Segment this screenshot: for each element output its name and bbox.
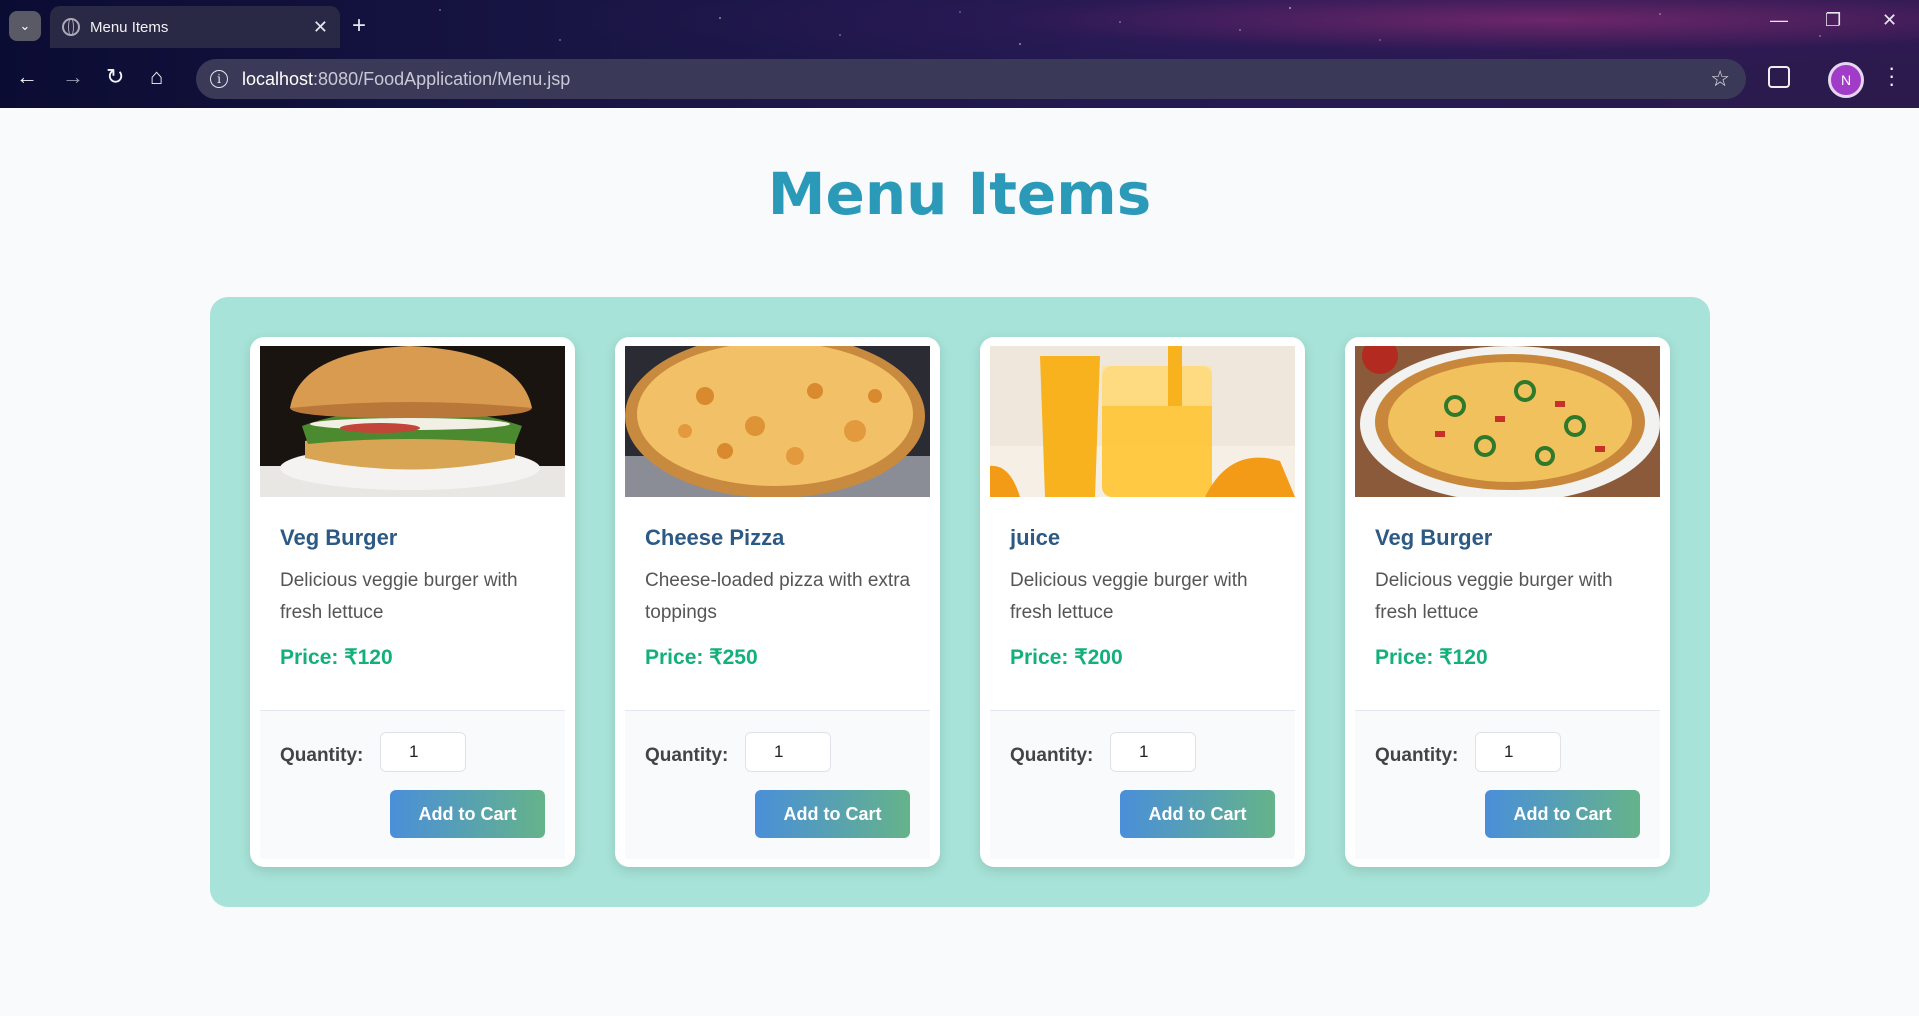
price-value: ₹200 <box>1074 646 1123 669</box>
item-name: juice <box>1010 525 1061 550</box>
address-bar[interactable]: i localhost:8080/FoodApplication/Menu.js… <box>196 59 1746 99</box>
item-image <box>625 346 930 497</box>
price-label: Price: <box>1010 646 1069 669</box>
menu-container: Veg Burger Delicious veggie burger with … <box>210 297 1710 907</box>
globe-icon <box>62 18 80 36</box>
extensions-icon[interactable] <box>1768 66 1790 88</box>
item-image <box>990 346 1295 497</box>
item-price: Price: ₹200 <box>1010 645 1280 670</box>
quantity-label: Quantity: <box>280 745 364 766</box>
reload-icon[interactable]: ↻ <box>106 64 124 90</box>
menu-item-card: Veg Burger Delicious veggie burger with … <box>250 337 575 867</box>
add-to-cart-button[interactable]: Add to Cart <box>755 790 910 838</box>
close-tab-icon[interactable]: ✕ <box>313 17 328 38</box>
item-footer: Quantity: Add to Cart <box>625 710 930 859</box>
add-to-cart-button[interactable]: Add to Cart <box>1120 790 1275 838</box>
site-info-icon[interactable]: i <box>210 70 228 88</box>
quantity-input[interactable] <box>745 732 831 772</box>
url-host: localhost <box>242 68 314 89</box>
browser-chrome: ⌄ Menu Items ✕ + — ❐ ✕ ← → ↻ ⌂ i localho… <box>0 0 1919 108</box>
item-footer: Quantity: Add to Cart <box>990 710 1295 859</box>
item-info: Cheese Pizza Cheese-loaded pizza with ex… <box>645 525 915 670</box>
home-icon[interactable]: ⌂ <box>150 64 163 90</box>
url-path: :8080/FoodApplication/Menu.jsp <box>313 68 571 89</box>
item-name: Cheese Pizza <box>645 525 785 550</box>
quantity-input[interactable] <box>380 732 466 772</box>
bookmark-star-icon[interactable]: ☆ <box>1710 66 1730 92</box>
item-price: Price: ₹250 <box>645 645 915 670</box>
item-description: Cheese-loaded pizza with extra toppings <box>645 570 911 623</box>
item-image <box>260 346 565 497</box>
price-label: Price: <box>645 646 704 669</box>
item-footer: Quantity: Add to Cart <box>260 710 565 859</box>
tab-title: Menu Items <box>90 18 169 36</box>
forward-icon[interactable]: → <box>62 64 84 90</box>
quantity-input[interactable] <box>1110 732 1196 772</box>
quantity-label: Quantity: <box>645 745 729 766</box>
page-title: Menu Items <box>767 160 1152 228</box>
item-description: Delicious veggie burger with fresh lettu… <box>280 570 518 623</box>
item-footer: Quantity: Add to Cart <box>1355 710 1660 859</box>
new-tab-button[interactable]: + <box>352 12 366 40</box>
item-image <box>1355 346 1660 497</box>
menu-item-card: juice Delicious veggie burger with fresh… <box>980 337 1305 867</box>
add-to-cart-button[interactable]: Add to Cart <box>1485 790 1640 838</box>
price-value: ₹120 <box>1439 646 1488 669</box>
price-label: Price: <box>280 646 339 669</box>
item-price: Price: ₹120 <box>1375 645 1645 670</box>
menu-item-card: Cheese Pizza Cheese-loaded pizza with ex… <box>615 337 940 867</box>
browser-tab[interactable]: Menu Items ✕ <box>50 6 340 48</box>
back-icon[interactable]: ← <box>16 64 38 90</box>
menu-kebab-icon[interactable]: · · · <box>1888 57 1895 95</box>
item-info: juice Delicious veggie burger with fresh… <box>1010 525 1280 670</box>
close-window-icon[interactable]: ✕ <box>1882 10 1897 31</box>
item-info: Veg Burger Delicious veggie burger with … <box>280 525 550 670</box>
item-description: Delicious veggie burger with fresh lettu… <box>1010 570 1248 623</box>
chevron-down-icon: ⌄ <box>19 18 31 33</box>
profile-avatar[interactable]: N <box>1828 62 1864 98</box>
quantity-input[interactable] <box>1475 732 1561 772</box>
price-label: Price: <box>1375 646 1434 669</box>
menu-item-card: Veg Burger Delicious veggie burger with … <box>1345 337 1670 867</box>
item-name: Veg Burger <box>280 525 398 550</box>
add-to-cart-button[interactable]: Add to Cart <box>390 790 545 838</box>
tab-search-button[interactable]: ⌄ <box>9 11 41 41</box>
item-info: Veg Burger Delicious veggie burger with … <box>1375 525 1645 670</box>
price-value: ₹250 <box>709 646 758 669</box>
quantity-label: Quantity: <box>1375 745 1459 766</box>
quantity-label: Quantity: <box>1010 745 1094 766</box>
restore-icon[interactable]: ❐ <box>1825 10 1841 31</box>
minimize-icon[interactable]: — <box>1770 10 1788 31</box>
item-description: Delicious veggie burger with fresh lettu… <box>1375 570 1613 623</box>
item-price: Price: ₹120 <box>280 645 550 670</box>
item-name: Veg Burger <box>1375 525 1493 550</box>
price-value: ₹120 <box>344 646 393 669</box>
